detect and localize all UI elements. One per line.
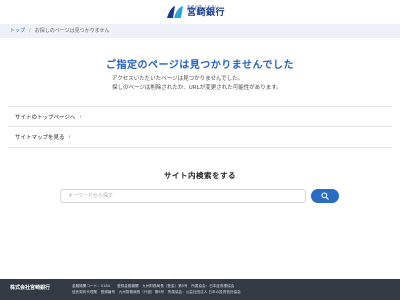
- footer-info-line-2: 信託契約代理業 登録番号 九州財務局長（代信）第8号 所属協会：公益社団法人 日…: [72, 290, 241, 294]
- site-search-heading: サイト内検索をする: [164, 171, 236, 180]
- top-page-link[interactable]: サイトのトップページへ ›: [8, 106, 392, 127]
- chevron-right-icon: ›: [68, 134, 71, 140]
- search-button[interactable]: [311, 189, 339, 203]
- footer-company-name: 株式会社宮崎銀行: [10, 285, 51, 291]
- search-input[interactable]: [60, 189, 306, 203]
- logo-name: 宮崎銀行: [187, 8, 226, 19]
- page-title: ご指定のページは見つかりませんでした: [106, 60, 294, 71]
- bank-logo[interactable]: 未来の森 ふれあい 宮崎銀行: [166, 4, 225, 20]
- bank-logo-icon: [167, 6, 183, 18]
- sitemap-link[interactable]: サイトマップを見る ›: [8, 127, 392, 148]
- sitemap-link-label: サイトマップを見る: [15, 135, 65, 141]
- navigation-links: サイトのトップページへ › サイトマップを見る ›: [8, 106, 392, 148]
- site-footer: 株式会社宮崎銀行 金融機関コード：0184 登録金融機関 九州財務局長（登金）第…: [0, 279, 400, 300]
- footer-registration-info: 金融機関コード：0184 登録金融機関 九州財務局長（登金）第5号 所属協会：日…: [72, 283, 241, 295]
- breadcrumb-current: お探しのページは見つかりません: [34, 28, 110, 34]
- site-header: 未来の森 ふれあい 宮崎銀行: [0, 0, 400, 24]
- description-line-1: アクセスいただいたページは見つかりませんでした。: [112, 76, 244, 82]
- breadcrumb: トップ / お探しのページは見つかりません: [10, 27, 110, 35]
- top-page-link-label: サイトのトップページへ: [15, 114, 76, 121]
- page-description: アクセスいただいたページは見つかりませんでした。 探しのページは削除されたか、U…: [112, 75, 282, 93]
- breadcrumb-home-link[interactable]: トップ: [10, 27, 25, 34]
- search-icon: [321, 192, 329, 200]
- description-line-2: 探しのページは削除されたか、URLが変更された可能性があります。: [112, 85, 282, 91]
- breadcrumb-separator: /: [29, 27, 31, 34]
- chevron-right-icon: ›: [79, 113, 82, 120]
- breadcrumb-bar: トップ / お探しのページは見つかりません: [0, 24, 400, 38]
